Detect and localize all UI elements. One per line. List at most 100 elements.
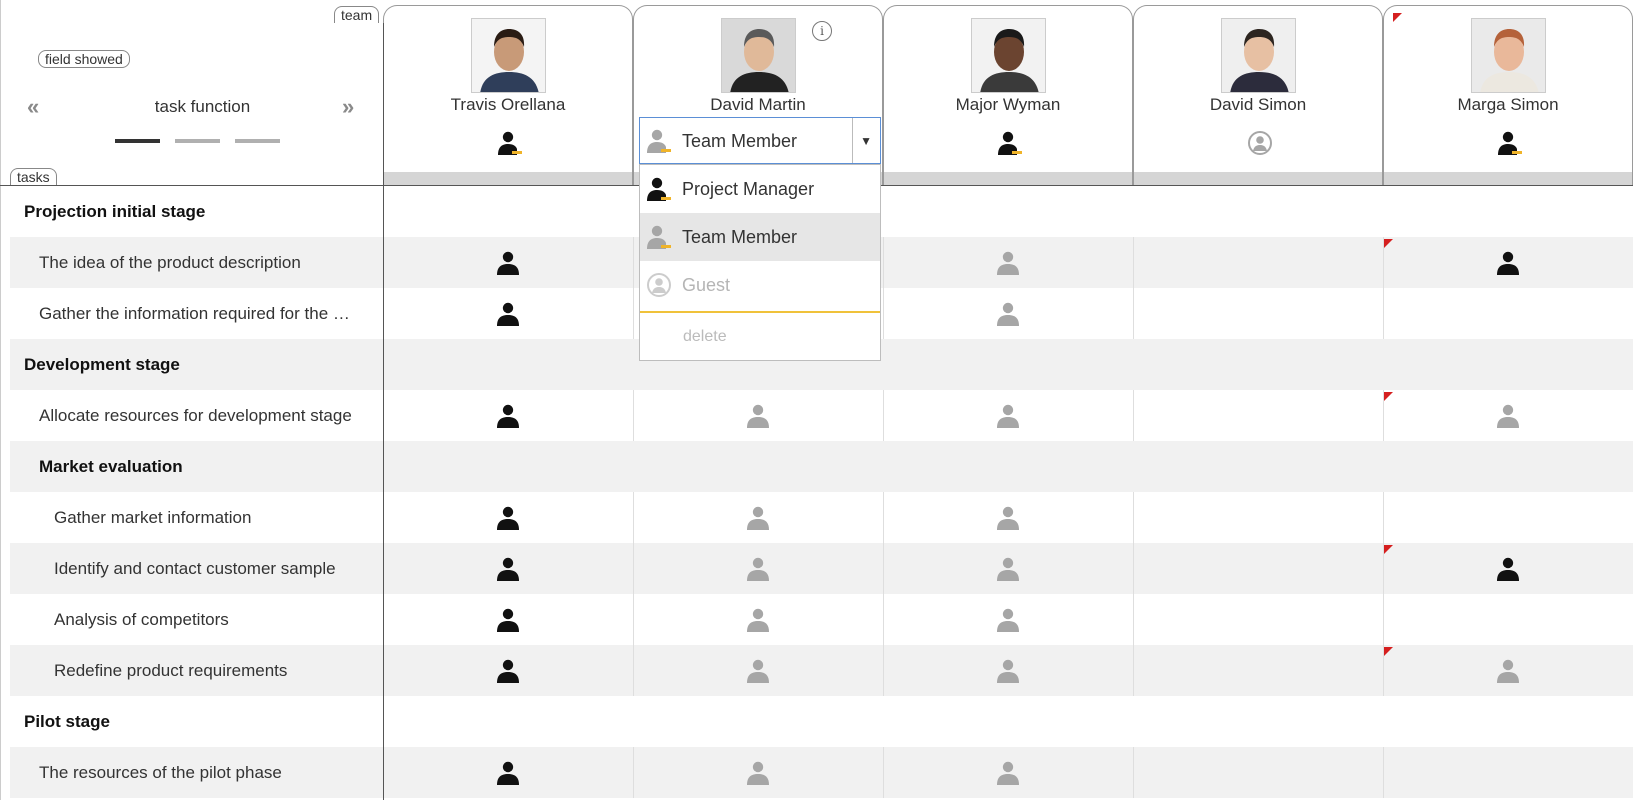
team-member-column[interactable]: David Simon <box>1133 5 1383 186</box>
avatar <box>721 18 796 93</box>
prev-arrow-icon[interactable]: « <box>27 94 39 120</box>
menu-item-label: Team Member <box>682 227 798 247</box>
next-arrow-icon[interactable]: » <box>342 94 354 120</box>
cell-divider <box>633 594 634 645</box>
cell-divider <box>883 645 884 696</box>
assigned-person-icon[interactable] <box>495 760 521 786</box>
cell-divider <box>1383 492 1384 543</box>
member-person-icon[interactable] <box>995 556 1021 582</box>
cell-divider <box>633 645 634 696</box>
cell-divider <box>883 594 884 645</box>
page-indicator[interactable] <box>175 139 220 143</box>
avatar <box>471 18 546 93</box>
member-name: Marga Simon <box>1457 95 1559 114</box>
task-label: Gather the information required for the … <box>39 304 350 323</box>
column-bar <box>884 172 1132 186</box>
member-person-icon[interactable] <box>745 403 771 429</box>
flag-marker <box>1393 13 1402 22</box>
member-person-icon[interactable] <box>745 658 771 684</box>
info-icon[interactable]: i <box>812 21 832 41</box>
cell-divider <box>1133 747 1134 798</box>
tasks-tab[interactable]: tasks <box>10 168 57 185</box>
task-row[interactable]: The resources of the pilot phase <box>10 747 1633 798</box>
assigned-person-icon[interactable] <box>495 301 521 327</box>
assigned-person-icon[interactable] <box>1495 556 1521 582</box>
team-member-icon <box>646 224 672 250</box>
member-person-icon[interactable] <box>995 505 1021 531</box>
task-label: Analysis of competitors <box>54 610 229 629</box>
member-person-icon[interactable] <box>1495 658 1521 684</box>
assigned-person-icon[interactable] <box>495 607 521 633</box>
flag-marker <box>1384 239 1393 248</box>
team-member-column[interactable]: Major Wyman <box>883 5 1133 186</box>
assigned-person-icon[interactable] <box>1495 250 1521 276</box>
member-name: Travis Orellana <box>450 95 566 114</box>
team-member-column[interactable]: Marga Simon <box>1383 5 1633 186</box>
assigned-person-icon[interactable] <box>495 505 521 531</box>
assigned-person-icon[interactable] <box>495 250 521 276</box>
cell-divider <box>1133 492 1134 543</box>
cell-divider <box>1383 594 1384 645</box>
avatar <box>971 18 1046 93</box>
cell-divider <box>1133 390 1134 441</box>
menu-item-label: Project Manager <box>682 179 815 199</box>
member-person-icon[interactable] <box>745 607 771 633</box>
member-name: Major Wyman <box>955 95 1061 114</box>
select-divider <box>852 118 853 163</box>
role-select[interactable]: Team Member ▼ <box>639 117 881 164</box>
member-person-icon[interactable] <box>1495 403 1521 429</box>
member-person-icon[interactable] <box>995 658 1021 684</box>
task-label: Market evaluation <box>39 457 183 476</box>
cell-divider <box>633 747 634 798</box>
menu-item-project-manager[interactable]: Project Manager <box>640 165 880 213</box>
team-tab[interactable]: team <box>334 6 380 23</box>
cell-divider <box>1133 645 1134 696</box>
column-bar <box>1384 172 1632 186</box>
guest-icon <box>646 272 672 298</box>
member-person-icon[interactable] <box>995 760 1021 786</box>
cell-divider <box>883 237 884 288</box>
delete-button[interactable]: delete <box>640 313 880 361</box>
assigned-person-icon[interactable] <box>495 658 521 684</box>
team-member-column[interactable]: Travis Orellana <box>383 5 633 186</box>
chevron-down-icon[interactable]: ▼ <box>860 134 872 148</box>
project-manager-icon[interactable] <box>997 130 1023 156</box>
page-indicator[interactable] <box>235 139 280 143</box>
field-showed-toggle[interactable]: field showed <box>38 50 130 68</box>
cell-divider <box>883 492 884 543</box>
member-person-icon[interactable] <box>745 556 771 582</box>
cell-divider <box>1133 594 1134 645</box>
member-person-icon[interactable] <box>995 250 1021 276</box>
task-row[interactable]: Market evaluation <box>10 441 1633 492</box>
guest-icon[interactable] <box>1247 130 1273 156</box>
assigned-person-icon[interactable] <box>495 556 521 582</box>
project-manager-icon[interactable] <box>1497 130 1523 156</box>
task-row[interactable]: Pilot stage <box>10 696 1633 747</box>
member-person-icon[interactable] <box>995 403 1021 429</box>
task-label: Projection initial stage <box>24 202 206 221</box>
flag-marker <box>1384 647 1393 656</box>
column-bar <box>1134 172 1382 186</box>
cell-divider <box>1383 288 1384 339</box>
member-person-icon[interactable] <box>745 505 771 531</box>
task-function-label: task function <box>154 97 251 116</box>
cell-divider <box>883 747 884 798</box>
project-manager-icon[interactable] <box>497 130 523 156</box>
left-edge <box>0 0 1 800</box>
task-label: Pilot stage <box>24 712 110 731</box>
member-person-icon[interactable] <box>745 760 771 786</box>
member-person-icon[interactable] <box>995 301 1021 327</box>
team-member-icon <box>646 128 672 154</box>
cell-divider <box>1383 747 1384 798</box>
menu-item-team-member[interactable]: Team Member <box>640 213 880 261</box>
menu-item-label: Guest <box>682 275 731 295</box>
cell-divider <box>1133 237 1134 288</box>
page-indicator-active[interactable] <box>115 139 160 143</box>
task-row[interactable]: Analysis of competitors <box>10 594 1633 645</box>
menu-item-guest[interactable]: Guest <box>640 261 880 309</box>
task-row[interactable]: Gather market information <box>10 492 1633 543</box>
member-person-icon[interactable] <box>995 607 1021 633</box>
assigned-person-icon[interactable] <box>495 403 521 429</box>
cell-divider <box>1133 288 1134 339</box>
cell-divider <box>633 288 634 339</box>
